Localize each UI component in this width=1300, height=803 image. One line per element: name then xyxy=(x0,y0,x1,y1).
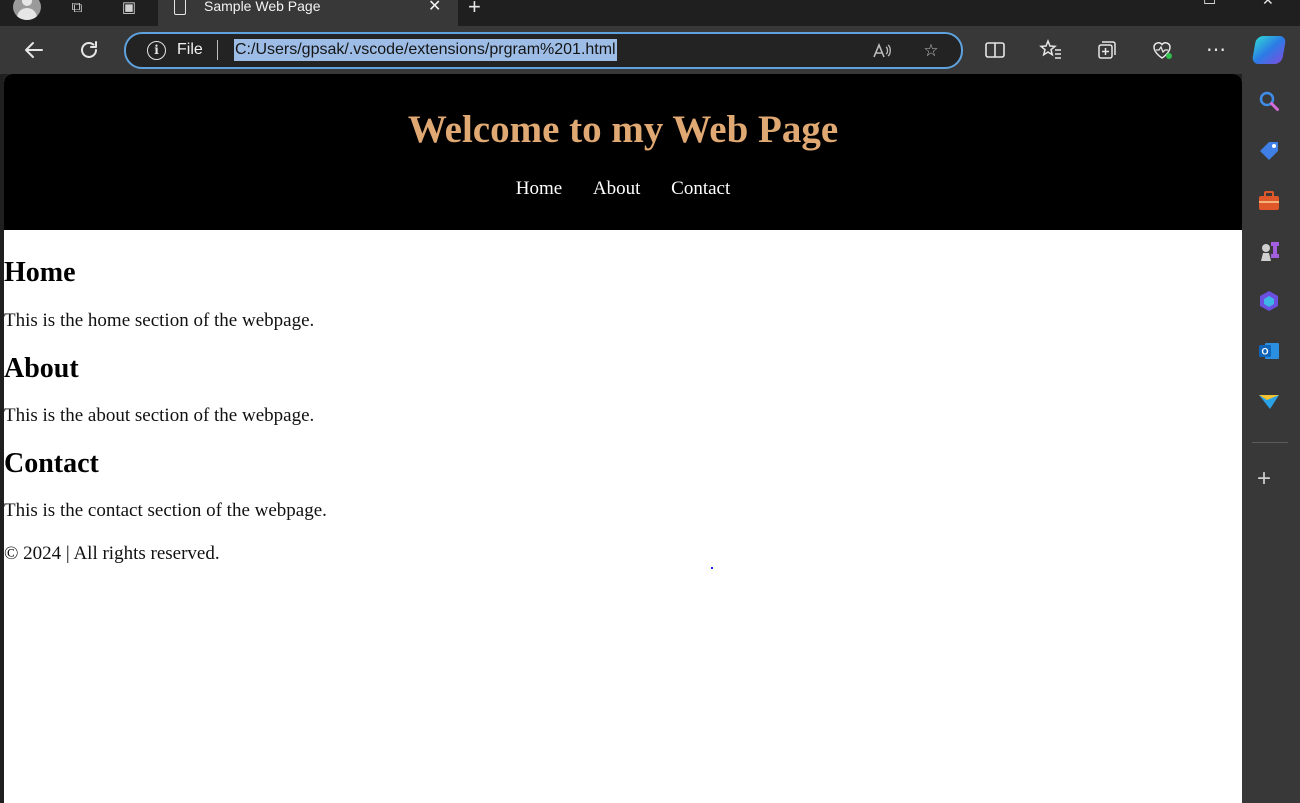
section-text: This is the contact section of the webpa… xyxy=(4,500,327,521)
section-text: This is the about section of the webpage… xyxy=(4,405,315,426)
collections-icon[interactable] xyxy=(1094,37,1120,63)
window-close-icon[interactable]: ✕ xyxy=(1262,0,1274,9)
address-divider xyxy=(217,40,218,60)
nav-link-contact[interactable]: Contact xyxy=(671,178,730,199)
site-title: Welcome to my Web Page xyxy=(407,108,839,151)
section-contact: Contact This is the contact section of t… xyxy=(4,448,1242,522)
shopping-icon[interactable] xyxy=(1258,140,1280,162)
new-tab-icon[interactable]: + xyxy=(468,0,481,18)
workspaces-icon[interactable]: ⧉ xyxy=(66,0,88,18)
tab-strip: ⧉ ▣ Sample Web Page ✕ + ▭ ✕ xyxy=(0,0,1300,26)
copilot-icon[interactable] xyxy=(1251,36,1287,64)
add-icon[interactable]: + xyxy=(1257,467,1271,491)
url-input[interactable]: C:/Users/gpsak/.vscode/extensions/prgram… xyxy=(234,39,617,61)
address-bar[interactable]: i File C:/Users/gpsak/.vscode/extensions… xyxy=(124,32,963,69)
cursor-dot xyxy=(711,567,713,569)
copilot-sidebar-icon[interactable] xyxy=(1258,290,1280,312)
page-icon xyxy=(174,0,186,15)
refresh-icon[interactable] xyxy=(76,37,102,63)
section-text: This is the home section of the webpage. xyxy=(4,310,315,331)
outlook-icon[interactable]: O xyxy=(1258,340,1280,362)
info-icon[interactable]: i xyxy=(147,41,166,60)
read-aloud-icon[interactable] xyxy=(871,40,893,62)
scheme-label: File xyxy=(177,41,203,58)
section-heading: Contact xyxy=(4,448,99,479)
minimize-icon[interactable]: ▭ xyxy=(1203,0,1216,9)
tab-actions-icon[interactable]: ▣ xyxy=(118,0,140,18)
favorites-icon[interactable] xyxy=(1038,37,1064,63)
sidebar-divider xyxy=(1252,442,1288,443)
site-header: Welcome to my Web Page Home About Contac… xyxy=(4,74,1242,230)
section-heading: Home xyxy=(4,257,76,288)
back-icon[interactable] xyxy=(21,37,47,63)
nav-link-home[interactable]: Home xyxy=(516,178,562,199)
browser-sidebar: O + xyxy=(1242,74,1300,803)
tools-icon[interactable] xyxy=(1258,190,1280,212)
games-icon[interactable] xyxy=(1258,240,1280,262)
nav-link-about[interactable]: About xyxy=(593,178,641,199)
send-icon[interactable] xyxy=(1258,390,1280,412)
section-home: Home This is the home section of the web… xyxy=(4,257,1242,332)
site-nav: Home About Contact xyxy=(4,178,1242,202)
tab-sample-web-page[interactable]: Sample Web Page ✕ xyxy=(158,0,458,26)
tab-title: Sample Web Page xyxy=(204,0,321,14)
section-heading: About xyxy=(4,353,79,384)
close-tab-icon[interactable]: ✕ xyxy=(428,0,441,16)
site-footer: © 2024 | All rights reserved. xyxy=(4,543,220,564)
svg-text:O: O xyxy=(1261,347,1268,357)
favorite-star-icon[interactable]: ☆ xyxy=(920,40,942,62)
split-screen-icon[interactable] xyxy=(982,37,1008,63)
more-icon[interactable]: ⋯ xyxy=(1203,37,1229,63)
browser-essentials-icon[interactable] xyxy=(1149,37,1175,63)
profile-avatar[interactable] xyxy=(13,0,41,20)
browser-toolbar: i File C:/Users/gpsak/.vscode/extensions… xyxy=(0,26,1300,74)
page-viewport: Welcome to my Web Page Home About Contac… xyxy=(4,74,1242,803)
search-icon[interactable] xyxy=(1258,90,1280,112)
section-about: About This is the about section of the w… xyxy=(4,353,1242,427)
